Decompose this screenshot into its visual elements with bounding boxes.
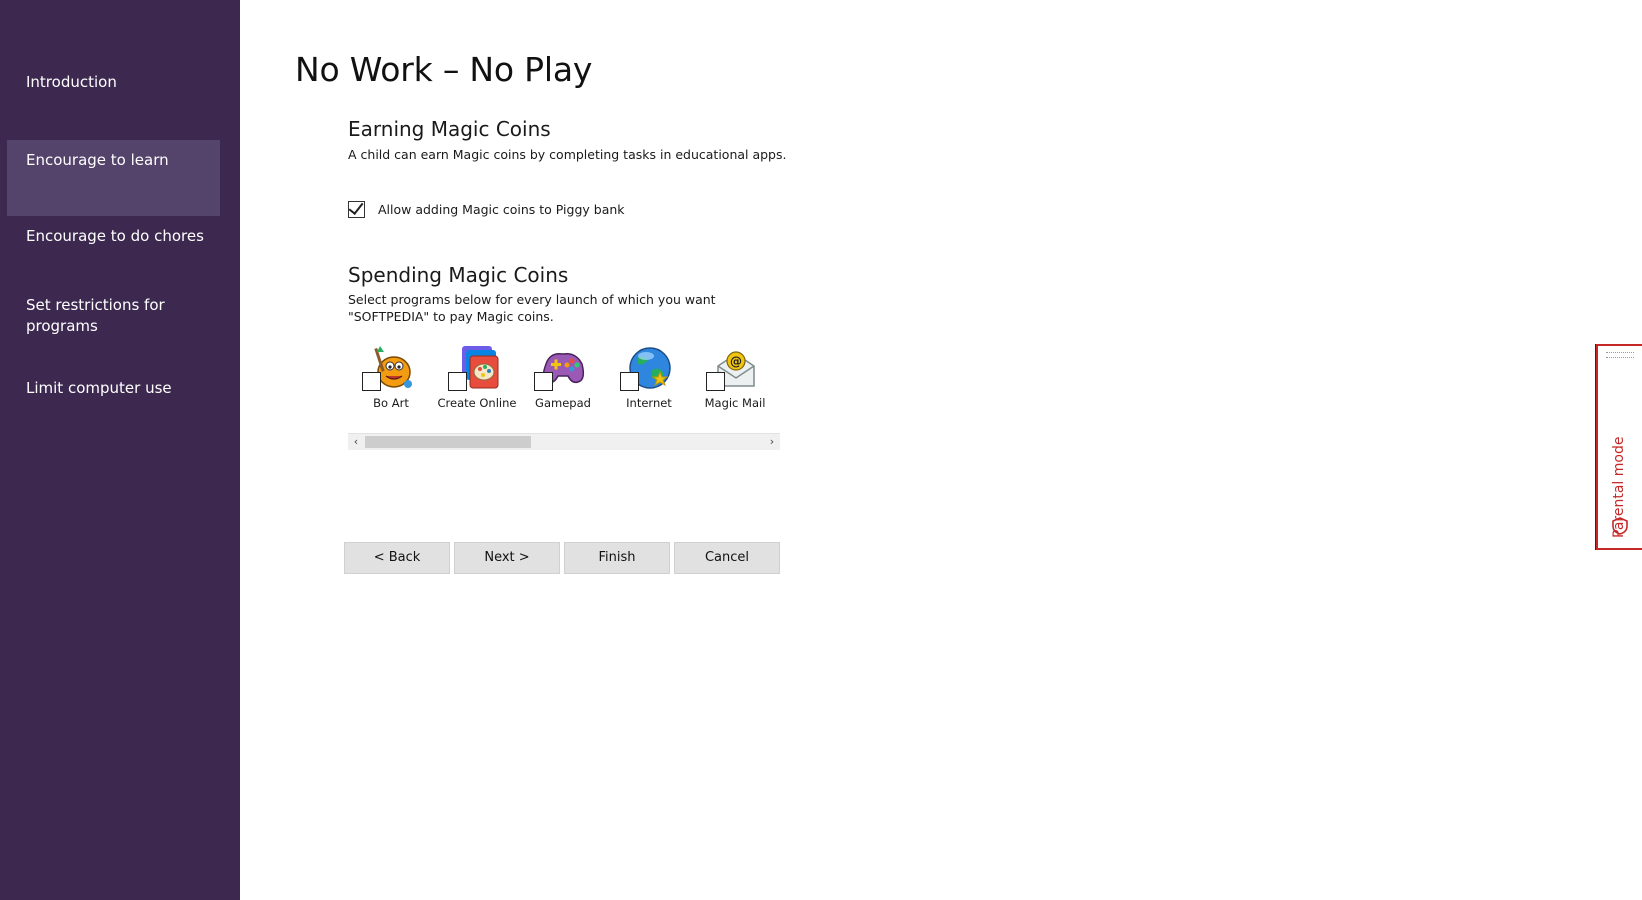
back-button[interactable]: < Back: [344, 542, 450, 574]
drag-grip-icon[interactable]: [1606, 352, 1634, 358]
program-item-bo-art[interactable]: Bo Art: [348, 344, 434, 414]
program-item-gamepad[interactable]: Gamepad: [520, 344, 606, 414]
gamepad-checkbox[interactable]: [534, 372, 553, 391]
program-item-create-online[interactable]: Create Online: [434, 344, 520, 414]
parental-mode-tab[interactable]: Parental mode: [1596, 344, 1642, 550]
shield-icon: [1612, 517, 1628, 535]
allow-piggy-bank-checkbox[interactable]: [348, 201, 365, 218]
sidebar-item-label: Encourage to learn: [26, 151, 169, 169]
cancel-button[interactable]: Cancel: [674, 542, 780, 574]
sidebar-item-set-restrictions[interactable]: Set restrictions for programs: [7, 295, 220, 337]
earning-description: A child can earn Magic coins by completi…: [348, 147, 787, 162]
magic-mail-checkbox[interactable]: [706, 372, 725, 391]
bo-art-checkbox[interactable]: [362, 372, 381, 391]
finish-button[interactable]: Finish: [564, 542, 670, 574]
internet-checkbox[interactable]: [620, 372, 639, 391]
page-title: No Work – No Play: [295, 50, 593, 89]
sidebar-item-encourage-to-learn[interactable]: Encourage to learn: [7, 140, 220, 216]
sidebar-item-label: Limit computer use: [26, 379, 172, 397]
spending-description: Select programs below for every launch o…: [348, 292, 716, 324]
sidebar-item-encourage-to-do-chores[interactable]: Encourage to do chores: [7, 226, 220, 247]
svg-text:@: @: [730, 355, 742, 369]
earning-section-title: Earning Magic Coins: [348, 117, 551, 141]
create-online-checkbox[interactable]: [448, 372, 467, 391]
scroll-left-icon[interactable]: ‹: [348, 434, 364, 450]
program-label: Magic Mail: [704, 396, 766, 410]
scroll-right-icon[interactable]: ›: [764, 434, 780, 450]
sidebar-item-label: Encourage to do chores: [26, 227, 204, 245]
sidebar-item-limit-computer-use[interactable]: Limit computer use: [7, 378, 220, 399]
sidebar-item-label: Set restrictions for programs: [26, 296, 165, 335]
allow-piggy-bank-checkbox-row[interactable]: Allow adding Magic coins to Piggy bank: [348, 201, 625, 218]
scrollbar-thumb[interactable]: [365, 436, 531, 448]
program-label: Create Online: [437, 396, 517, 410]
program-item-magic-mail[interactable]: @ Magic Mail: [692, 344, 778, 414]
program-label: Gamepad: [535, 396, 591, 410]
program-label: Bo Art: [373, 396, 409, 410]
next-button[interactable]: Next >: [454, 542, 560, 574]
programs-horizontal-scrollbar[interactable]: ‹ ›: [348, 433, 780, 450]
main-content: No Work – No Play Earning Magic Coins A …: [240, 0, 1642, 900]
program-label: Internet: [626, 396, 672, 410]
allow-piggy-bank-label: Allow adding Magic coins to Piggy bank: [378, 202, 625, 217]
sidebar-item-introduction[interactable]: Introduction: [7, 72, 220, 93]
program-list: Bo Art Create Online Gamepad Internet @ …: [348, 344, 780, 414]
sidebar: Introduction Encourage to learn Encourag…: [0, 0, 240, 900]
spending-section-title: Spending Magic Coins: [348, 263, 569, 287]
program-item-internet[interactable]: Internet: [606, 344, 692, 414]
sidebar-item-label: Introduction: [26, 73, 117, 91]
